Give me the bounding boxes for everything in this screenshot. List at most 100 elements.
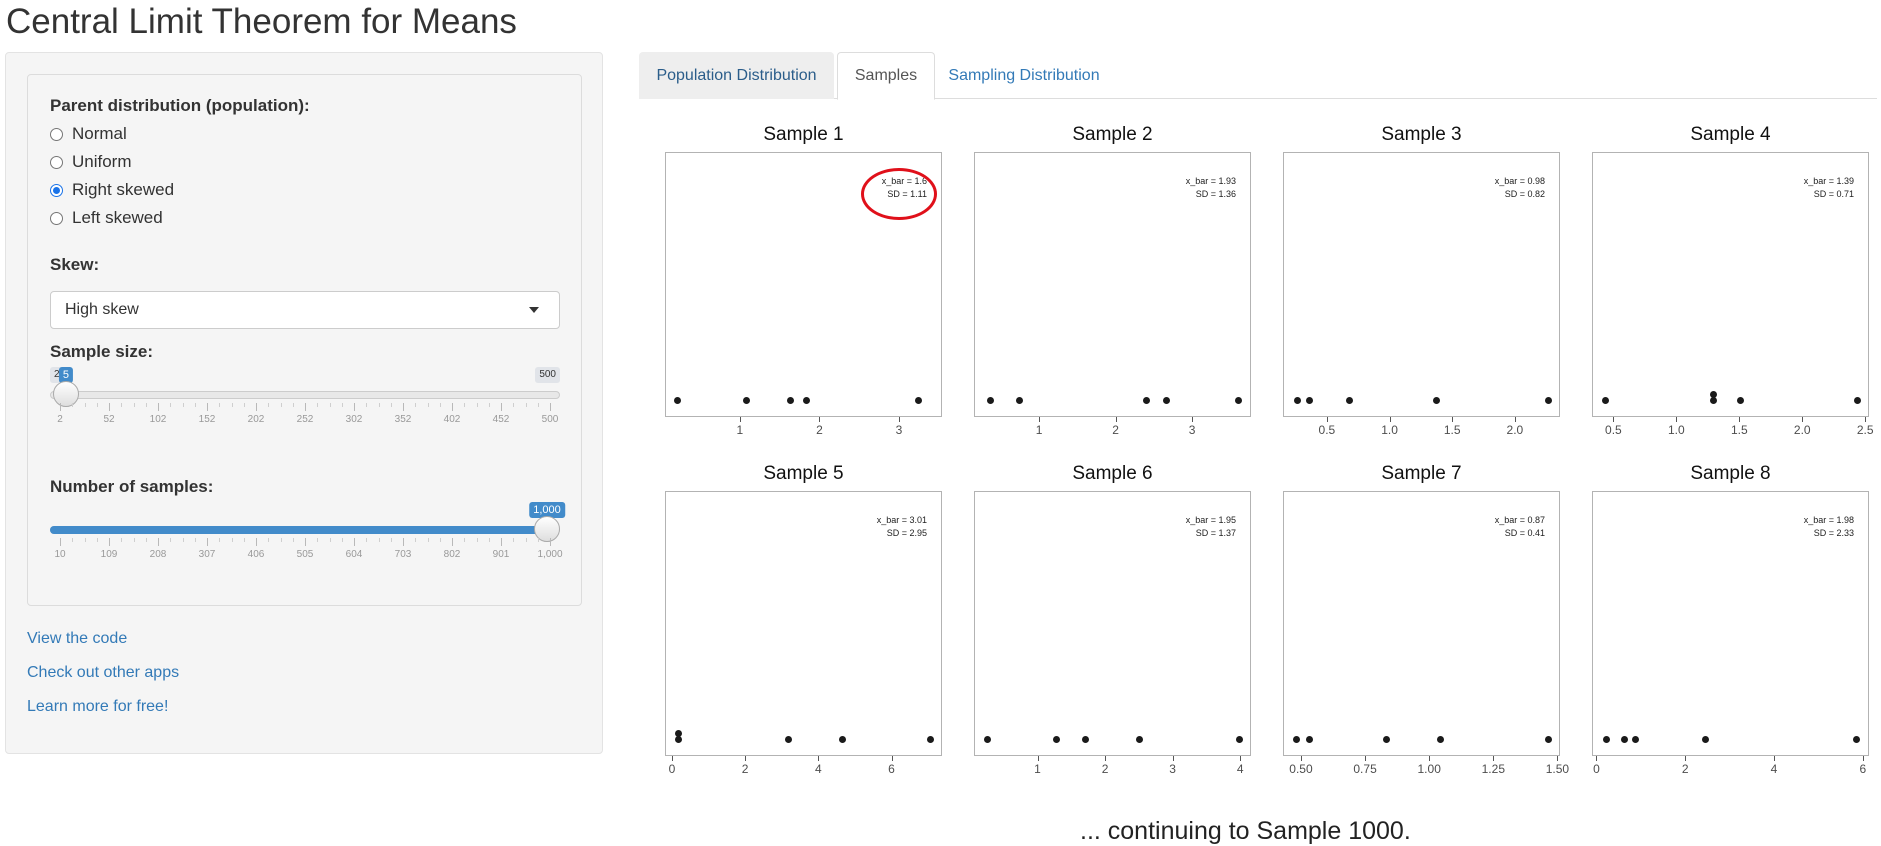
continuing-note: ... continuing to Sample 1000. xyxy=(1080,817,1411,845)
slider-grid-minor-tick xyxy=(439,538,441,542)
slider-grid-minor-tick xyxy=(182,403,184,407)
x-axis-tick-label: 1.0 xyxy=(1668,423,1685,437)
slider-grid-tick xyxy=(550,538,551,546)
slider-grid-label: 2 xyxy=(57,414,63,425)
sample-plot-title: Sample 5 xyxy=(763,463,844,484)
slider-grid-minor-tick xyxy=(439,403,441,407)
x-axis-tick-label: 4 xyxy=(1770,762,1778,776)
data-point xyxy=(675,735,683,743)
data-point xyxy=(1436,735,1444,743)
slider-grid-minor-tick xyxy=(525,403,527,407)
slider-grid-minor-tick xyxy=(280,403,282,407)
x-axis-tick xyxy=(1365,756,1367,761)
x-axis-tick xyxy=(1429,756,1431,761)
slider-grid-label: 352 xyxy=(394,414,412,425)
x-axis-tick xyxy=(1676,417,1678,422)
slider-grid-minor-tick xyxy=(96,403,98,407)
radio-option-uniform[interactable]: Uniform xyxy=(50,150,132,174)
data-point xyxy=(1053,735,1061,743)
slider-track[interactable] xyxy=(50,391,560,399)
radio-option-normal[interactable]: Normal xyxy=(50,122,127,146)
slider-grid-label: 307 xyxy=(198,549,216,560)
slider-grid-minor-tick xyxy=(537,538,539,542)
data-point xyxy=(1082,735,1090,743)
data-point xyxy=(1736,396,1744,404)
slider-grid-tick xyxy=(501,538,502,546)
slider-grid-minor-tick xyxy=(329,538,331,542)
x-axis-tick xyxy=(1389,417,1391,422)
sample-size-slider[interactable]: 2 500 5 2 52 102 152 202 252 302 352 402 452 500 xyxy=(50,367,560,447)
learn-more-link[interactable]: Learn more for free! xyxy=(27,698,168,716)
sample-plot-title: Sample 1 xyxy=(763,124,844,145)
data-point xyxy=(1544,396,1552,404)
slider-fill xyxy=(50,526,547,534)
slider-grid-label: 901 xyxy=(492,549,510,560)
radio-button[interactable] xyxy=(50,211,63,225)
x-axis-tick-label: 0.5 xyxy=(1318,423,1336,437)
radio-button[interactable] xyxy=(50,127,63,141)
x-axis-tick-label: 0 xyxy=(1593,762,1600,776)
tab-sampling-distribution[interactable]: Sampling Distribution xyxy=(939,52,1109,99)
tab-samples[interactable]: Samples xyxy=(837,52,935,100)
data-point xyxy=(1305,396,1313,404)
radio-option-right-skewed[interactable]: Right skewed xyxy=(50,178,174,202)
slider-grid-tick xyxy=(256,403,257,411)
x-axis-tick-label: 0.75 xyxy=(1353,762,1377,776)
radio-option-left-skewed[interactable]: Left skewed xyxy=(50,206,163,230)
tab-population-distribution[interactable]: Population Distribution xyxy=(639,52,834,99)
radio-button[interactable] xyxy=(50,183,63,197)
slider-grid-label: 208 xyxy=(149,549,167,560)
radio-button[interactable] xyxy=(50,155,63,169)
slider-grid-label: 406 xyxy=(247,549,265,560)
data-point xyxy=(986,396,994,404)
sample-mean-label: x_bar = 1.95 xyxy=(1185,515,1236,525)
slider-grid-label: 452 xyxy=(492,414,510,425)
data-point xyxy=(1015,396,1023,404)
slider-grid-minor-tick xyxy=(243,538,245,542)
radio-label: Uniform xyxy=(72,152,132,171)
slider-grid-tick xyxy=(60,403,61,411)
slider-grid-minor-tick xyxy=(366,403,368,407)
sample-plot-panel: x_bar = 0.98 SD = 0.82 xyxy=(1283,152,1560,417)
slider-grid-minor-tick xyxy=(121,403,123,407)
view-code-link[interactable]: View the code xyxy=(27,630,127,648)
number-of-samples-slider[interactable]: 1,000 10 109 208 307 406 505 604 703 802 901 1,000 xyxy=(50,502,565,582)
data-point xyxy=(1306,735,1314,743)
sample-sd-label: SD = 1.36 xyxy=(1195,189,1236,199)
data-point xyxy=(1710,390,1718,398)
x-axis-tick-label: 2 xyxy=(741,762,749,776)
skew-select[interactable]: High skew xyxy=(50,291,560,329)
x-axis-tick xyxy=(671,756,673,761)
slider-grid-tick xyxy=(452,403,453,411)
slider-grid-minor-tick xyxy=(72,538,74,542)
x-axis-tick-label: 1 xyxy=(1034,762,1041,776)
slider-grid-minor-tick xyxy=(145,538,147,542)
tab-bar: Population Distribution Samples Sampling… xyxy=(639,52,1877,100)
slider-grid-tick xyxy=(354,538,355,546)
slider-grid-label: 703 xyxy=(394,549,412,560)
data-point xyxy=(1235,735,1243,743)
slider-grid-tick xyxy=(354,403,355,411)
x-axis-tick xyxy=(1802,417,1804,422)
sample-sd-label: SD = 2.33 xyxy=(1813,528,1854,538)
x-axis-tick-label: 1 xyxy=(736,423,744,437)
slider-grid-label: 1,000 xyxy=(537,549,563,560)
chevron-down-icon xyxy=(529,307,539,313)
slider-grid-minor-tick xyxy=(268,403,270,407)
x-axis-tick-label: 1.5 xyxy=(1730,423,1748,437)
slider-grid-minor-tick xyxy=(476,403,478,407)
x-axis-tick-label: 2.5 xyxy=(1856,423,1874,437)
sample-sd-label: SD = 1.37 xyxy=(1195,528,1236,538)
other-apps-link[interactable]: Check out other apps xyxy=(27,664,179,682)
data-point xyxy=(838,735,846,743)
slider-grid-minor-tick xyxy=(84,538,86,542)
x-axis-tick-label: 0.50 xyxy=(1289,762,1313,776)
x-axis-tick xyxy=(891,756,893,761)
sample-mean-label: x_bar = 0.98 xyxy=(1494,176,1545,186)
sample-plot-panel: x_bar = 1.95 SD = 1.37 xyxy=(974,491,1251,756)
radio-label: Right skewed xyxy=(72,180,175,199)
slider-grid-minor-tick xyxy=(390,538,392,542)
slider-grid-minor-tick xyxy=(464,403,466,407)
inputs-panel: Parent distribution (population): Normal… xyxy=(27,74,582,606)
slider-grid-tick xyxy=(305,538,306,546)
